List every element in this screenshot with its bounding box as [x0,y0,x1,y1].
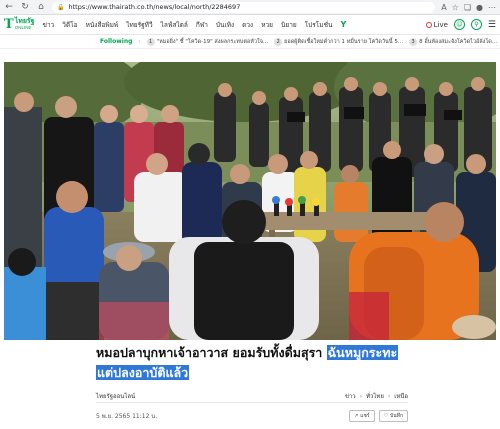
save-label: บันทึก [390,413,403,419]
live-button[interactable]: Live [425,20,448,29]
site-logo[interactable]: T ไทยรัฐ ONLINE [4,18,35,31]
chevron-right-icon: › [387,392,391,400]
live-label: Live [433,20,448,29]
hamburger-menu-icon[interactable]: ☰ [488,20,496,30]
ticker-number: 3 [409,37,418,46]
divider [96,402,408,403]
article-source[interactable]: ไทยรัฐออนไลน์ [96,391,135,401]
menu-dots-icon[interactable]: ⋯ [488,3,496,12]
menu-item-sport[interactable]: กีฬา [196,20,208,30]
home-icon[interactable]: ⌂ [36,2,46,12]
hero-photo-illustration [4,62,496,340]
ticker-item[interactable]: 2 ยอดผู้ติดเชื้อใหม่ต่ำกว่า 1 หมื่นราย โ… [274,37,404,46]
article-date: 5 พ.ย. 2565 11:12 น. [96,413,158,420]
menu-item-novel[interactable]: นิยาย [281,20,297,30]
site-header: T ไทยรัฐ ONLINE ข่าว วิดีโอ หนังสือพิมพ์… [0,15,500,35]
live-dot-icon [425,21,432,28]
menu-item-horoscope[interactable]: ดวง [242,20,253,30]
logo-subtitle: ONLINE [14,24,32,30]
heart-icon: ♡ [383,413,389,419]
profile-icon[interactable]: ● [476,3,483,12]
breadcrumb: ข่าว › ทั่วไทย › เหนือ [345,391,408,401]
breadcrumb-news[interactable]: ข่าว [345,391,356,401]
headline-selected-text[interactable]: ฉันหมูกระทะ [326,345,399,360]
headline-text: หมอปลาบุกหาเจ้าอาวาส ยอมรับทั้งดื่มสุรา [96,345,327,360]
article-hero-photo [4,62,496,340]
refresh-icon[interactable]: ↻ [20,2,30,12]
user-icon[interactable]: ☺ [453,19,465,30]
menu-item-entertainment[interactable]: บันเทิง [216,20,234,30]
read-aloud-icon[interactable]: A [441,3,446,12]
menu-item-video[interactable]: วิดีโอ [62,20,77,30]
breadcrumb-local[interactable]: ทั่วไทย [366,391,384,401]
menu-item-promotion[interactable]: โปรโมชั่น [305,20,333,30]
ticker-text: "หมอยิ่ง" ชี้ "โควิด-19" ส่งผลกระทบต่อหั… [156,38,269,45]
menu-item-news[interactable]: ข่าว [43,20,55,30]
menu-item-lifestyle[interactable]: ไลฟ์สไตล์ [161,20,188,30]
browser-toolbar: ← ↻ ⌂ 🔒 https://www.thairath.co.th/news/… [0,0,500,15]
back-arrow-icon[interactable]: ← [4,2,14,12]
menu-item-newspaper[interactable]: หนังสือพิมพ์ [86,20,119,30]
ticker-item[interactable]: 3 8 อั้นห้องสมะจังโควิดไวอ์ลังโด... [409,37,498,46]
breadcrumb-north[interactable]: เหนือ [394,391,408,401]
y-logo-icon[interactable]: Y [340,20,346,29]
chevron-right-icon: › [359,392,363,400]
ticker-number: 1 [146,37,155,46]
ticker-text: 8 อั้นห้องสมะจังโควิดไวอ์ลังโด... [419,38,498,45]
ticker-text: ยอดผู้ติดเชื้อใหม่ต่ำกว่า 1 หมื่นราย โคว… [284,38,404,45]
headline-selected-text[interactable]: แต่ปลงอาบัติแล้ว [96,365,190,380]
following-label: Following [100,38,133,45]
menu-item-lottery[interactable]: หวย [261,20,273,30]
chevron-right-icon: › [138,38,141,45]
share-label: แชร์ [360,413,370,419]
lock-icon: 🔒 [57,3,65,11]
url-text[interactable]: https://www.thairath.co.th/news/local/no… [68,3,240,11]
article-date-row: 5 พ.ย. 2565 11:12 น. ↗ แชร์ ♡ บันทึก [96,410,408,422]
ticker-item[interactable]: 1 "หมอยิ่ง" ชี้ "โควิด-19" ส่งผลกระทบต่อ… [146,37,269,46]
share-button[interactable]: ↗ แชร์ [349,410,375,422]
article-headline: หมอปลาบุกหาเจ้าอาวาส ยอมรับทั้งดื่มสุรา … [96,343,406,383]
share-icon: ↗ [354,413,359,419]
collections-icon[interactable]: ❏ [464,3,471,12]
main-menu: ข่าว วิดีโอ หนังสือพิมพ์ ไทยรัฐทีวี ไลฟ์… [43,20,426,30]
menu-item-tv[interactable]: ไทยรัฐทีวี [126,20,152,30]
ticker-number: 2 [274,37,283,46]
search-icon[interactable]: ⚲ [470,19,482,30]
logo-mark-icon: T [4,17,14,32]
star-icon[interactable]: ☆ [452,3,459,12]
following-ticker: Following › 1 "หมอยิ่ง" ชี้ "โควิด-19" ส… [0,35,500,49]
save-button[interactable]: ♡ บันทึก [378,410,408,422]
article-meta: ไทยรัฐออนไลน์ ข่าว › ทั่วไทย › เหนือ [96,391,408,401]
address-bar[interactable]: 🔒 https://www.thairath.co.th/news/local/… [52,1,436,13]
